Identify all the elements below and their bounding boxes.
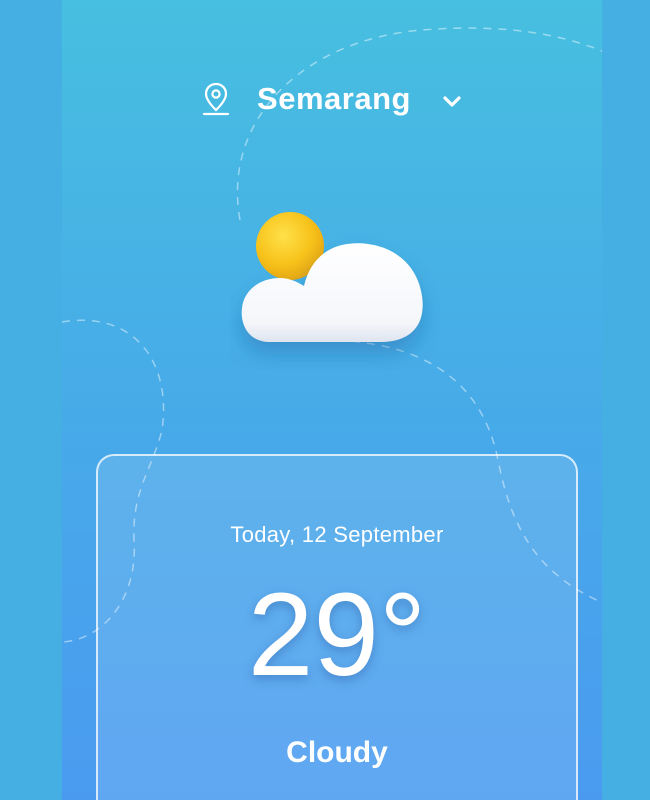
location-pin-icon (201, 81, 231, 117)
date-label: Today, 12 September (230, 522, 444, 547)
weather-condition: Cloudy (286, 736, 388, 769)
weather-screen: Semarang Today, 12 September 29° Cloudy (62, 0, 602, 800)
location-selector[interactable]: Semarang (62, 72, 602, 126)
chevron-down-icon[interactable] (441, 91, 463, 113)
city-name: Semarang (257, 81, 411, 116)
weather-card[interactable]: Today, 12 September 29° Cloudy (96, 454, 578, 800)
temperature-value: 29° (247, 569, 427, 701)
sun-behind-cloud-icon (241, 212, 423, 342)
